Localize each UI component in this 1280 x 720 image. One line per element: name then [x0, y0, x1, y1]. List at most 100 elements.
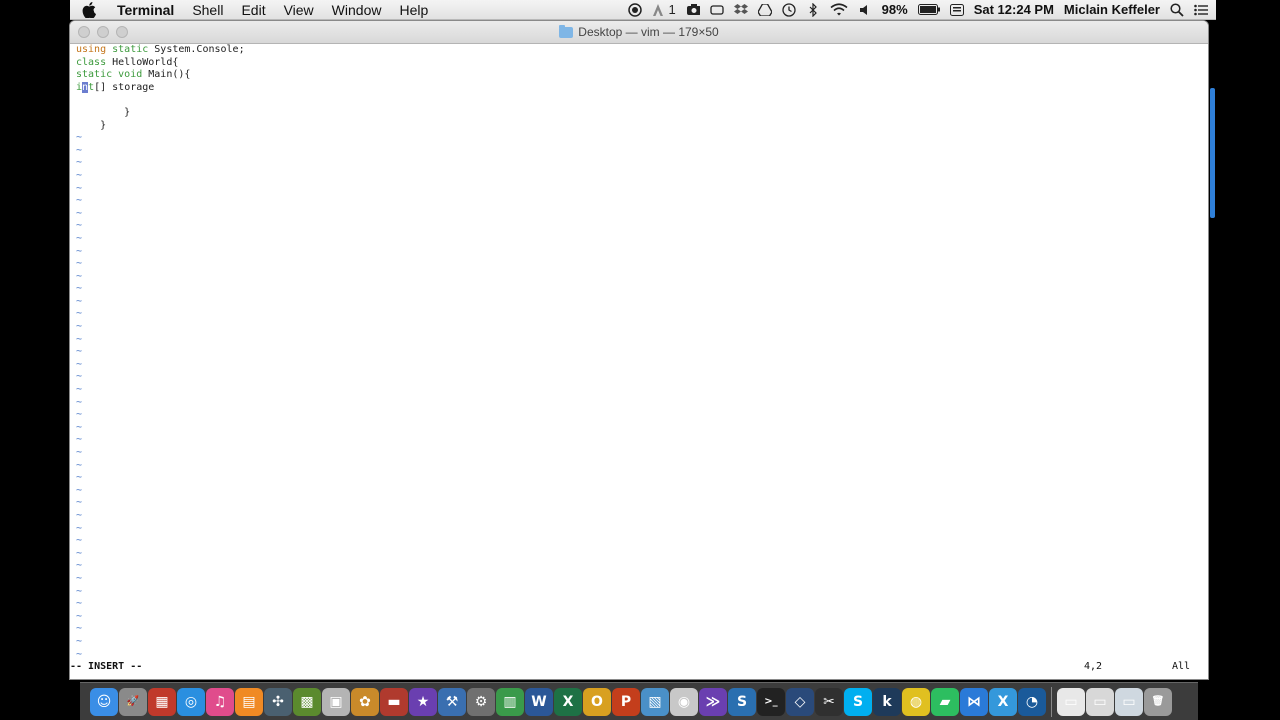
status-area: 1 98% Sat 12:24 PM Miclain Keffeler — [623, 0, 1216, 20]
outlook-icon[interactable]: O — [583, 687, 611, 716]
empty-line-tilde: ~ — [76, 195, 83, 207]
wifi-icon[interactable] — [830, 3, 848, 17]
minimize-button[interactable] — [97, 26, 109, 38]
empty-line-tilde: ~ — [76, 346, 83, 358]
window-titlebar[interactable]: Desktop — vim — 179×50 — [70, 21, 1208, 44]
itunes-icon[interactable]: ♫ — [206, 687, 234, 716]
empty-line-tilde: ~ — [76, 333, 83, 345]
menu-edit[interactable]: Edit — [232, 2, 274, 18]
xcode-tools-icon[interactable]: ✣ — [264, 687, 292, 716]
xcode-icon[interactable]: ⚒ — [438, 687, 466, 716]
empty-line-tilde: ~ — [76, 182, 83, 194]
empty-line-tilde: ~ — [76, 547, 83, 559]
window-title-group: Desktop — vim — 179×50 — [559, 24, 719, 39]
imovie-star-icon[interactable]: ★ — [409, 687, 437, 716]
empty-line-tilde: ~ — [76, 598, 83, 610]
sourcetree-icon[interactable]: S — [728, 687, 756, 716]
keynote-icon[interactable]: ▬ — [380, 687, 408, 716]
menu-shell[interactable]: Shell — [183, 2, 232, 18]
close-button[interactable] — [78, 26, 90, 38]
minecraft-icon[interactable]: ▩ — [293, 687, 321, 716]
empty-line-tilde: ~ — [76, 144, 83, 156]
window-controls — [78, 26, 128, 38]
user-name[interactable]: Miclain Keffeler — [1064, 2, 1160, 17]
xamarin-icon[interactable]: X — [989, 687, 1017, 716]
downloads-stack-icon[interactable]: ▭ — [1086, 687, 1114, 716]
drive-icon[interactable] — [757, 3, 772, 17]
visual-studio-ide-icon[interactable]: ≫ — [699, 687, 727, 716]
clock[interactable]: Sat 12:24 PM — [974, 2, 1054, 17]
apple-menu-icon[interactable] — [82, 1, 96, 18]
empty-line-tilde: ~ — [76, 509, 83, 521]
kindle-icon[interactable]: k — [873, 687, 901, 716]
dropbox-icon[interactable] — [733, 3, 748, 17]
time-machine-icon[interactable] — [782, 2, 796, 17]
empty-line-tilde: ~ — [76, 484, 83, 496]
empty-line-tilde: ~ — [76, 447, 83, 458]
notification-center-icon[interactable] — [1194, 3, 1208, 17]
menu-app-terminal[interactable]: Terminal — [108, 2, 183, 18]
battery-icon[interactable] — [917, 3, 940, 17]
finder-icon[interactable]: ☺ — [90, 687, 118, 716]
word-icon[interactable]: W — [525, 687, 553, 716]
cursor-position: 4,2 — [1084, 661, 1103, 672]
preview-icon[interactable]: ▣ — [322, 687, 350, 716]
document-icon[interactable]: ▭ — [1057, 687, 1085, 716]
visual-studio-code-icon[interactable]: ⋈ — [960, 687, 988, 716]
chrome-icon[interactable]: ◍ — [902, 687, 930, 716]
game-center-icon[interactable]: ◉ — [670, 687, 698, 716]
code-token: Main(){ — [142, 69, 191, 81]
folder-stack-icon[interactable]: ▭ — [1115, 687, 1143, 716]
terminal-icon[interactable]: >_ — [757, 687, 785, 716]
empty-line-tilde: ~ — [76, 434, 83, 446]
evernote-icon[interactable]: ▰ — [931, 687, 959, 716]
edge-icon[interactable]: ◔ — [1018, 687, 1046, 716]
vim-mode: -- INSERT -- — [70, 661, 143, 672]
numbers-icon[interactable]: ▥ — [496, 687, 524, 716]
empty-line-tilde: ~ — [76, 232, 83, 244]
spotlight-search-icon[interactable] — [1170, 2, 1184, 17]
photo-booth-icon[interactable]: ▦ — [148, 687, 176, 716]
menu-extra-icon[interactable] — [949, 3, 964, 17]
menu-window[interactable]: Window — [323, 2, 391, 18]
vim-editor[interactable]: using static System.Console; class HelloW… — [76, 44, 1208, 679]
volume-icon[interactable] — [858, 3, 872, 17]
skype-icon[interactable]: S — [844, 687, 872, 716]
empty-line-tilde: ~ — [76, 207, 83, 219]
virtualbox-icon[interactable]: ◇ — [786, 687, 814, 716]
ibooks-icon[interactable]: ▤ — [235, 687, 263, 716]
zoom-button[interactable] — [116, 26, 128, 38]
final-cut-icon[interactable]: ✂ — [815, 687, 843, 716]
powerpoint-icon[interactable]: P — [612, 687, 640, 716]
notification-count: 1 — [668, 2, 676, 17]
menu-bar: Terminal Shell Edit View Window Help 1 9… — [70, 0, 1216, 20]
photos-icon[interactable]: ✿ — [351, 687, 379, 716]
empty-line-tilde: ~ — [76, 371, 83, 383]
empty-line-tilde: ~ — [76, 409, 83, 421]
preview-images-icon[interactable]: ▧ — [641, 687, 669, 716]
system-preferences-icon[interactable]: ⚙ — [467, 687, 495, 716]
dock: ☺ 🚀 ▦ ◎ ♫ ▤ ✣ ▩ ▣ ✿ ▬ ★ ⚒ ⚙ ▥ W X O P ▧ ◉ ≫ S >_ ◇ ✂ Sk ◍ ▰ ⋈ X ◔ ▭ ▭ ▭ 🗑 — [80, 682, 1198, 720]
record-icon[interactable] — [628, 2, 643, 17]
empty-line-tilde: ~ — [76, 522, 83, 534]
menu-help[interactable]: Help — [390, 2, 437, 18]
adobe-icon[interactable]: 1 — [652, 2, 676, 17]
empty-line-tilde: ~ — [76, 623, 83, 635]
menu-view[interactable]: View — [275, 2, 323, 18]
excel-icon[interactable]: X — [554, 687, 582, 716]
empty-line-tilde: ~ — [76, 245, 83, 257]
launchpad-icon[interactable]: 🚀 — [119, 687, 147, 716]
empty-line-tilde: ~ — [76, 295, 83, 307]
display-icon[interactable] — [710, 3, 724, 17]
code-token: class — [76, 56, 107, 68]
empty-line-tilde: ~ — [76, 321, 83, 333]
trash-icon[interactable]: 🗑 — [1144, 687, 1172, 716]
code-line: int[] storage — [76, 81, 1208, 95]
resize-handle[interactable] — [1210, 88, 1215, 218]
bluetooth-icon[interactable] — [806, 2, 820, 17]
safari-icon[interactable]: ◎ — [177, 687, 205, 716]
empty-line-tilde: ~ — [76, 648, 83, 660]
code-token: static — [112, 44, 149, 55]
code-line: } — [76, 120, 1208, 133]
camera-icon[interactable] — [686, 3, 700, 17]
